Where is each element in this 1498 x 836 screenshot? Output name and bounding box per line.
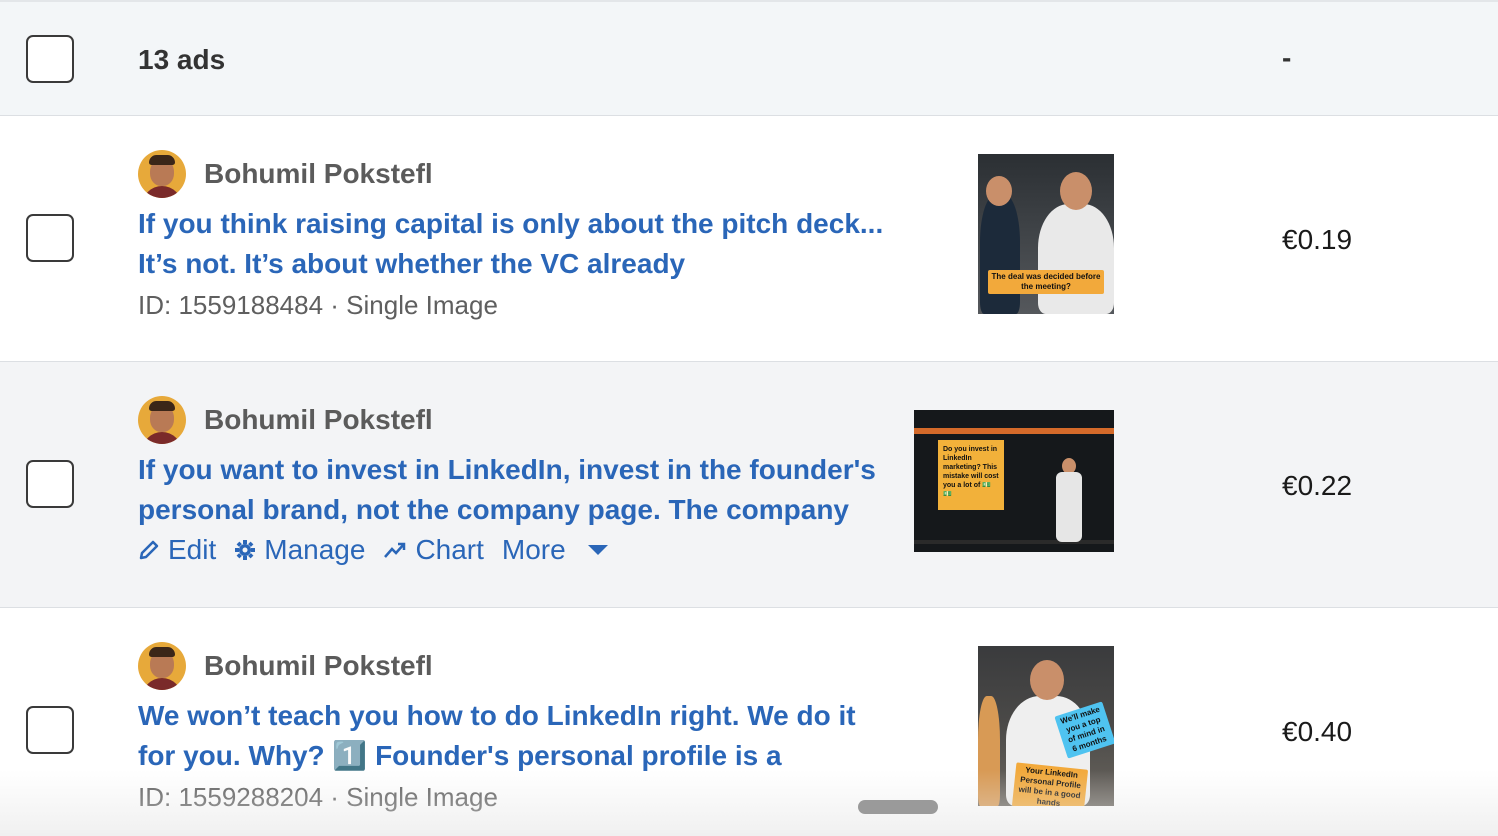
ads-count: 13 ads <box>138 44 226 75</box>
summary-value: - <box>1282 42 1292 73</box>
ad-price: €0.40 <box>1282 716 1353 747</box>
edit-button[interactable]: Edit <box>138 534 216 566</box>
ad-thumbnail[interactable]: The deal was decided before the meeting? <box>978 154 1114 314</box>
more-label: More <box>501 534 566 565</box>
chart-label: Chart <box>415 534 484 565</box>
avatar <box>138 150 186 198</box>
thumbnail-caption: The deal was decided before the meeting? <box>988 270 1104 294</box>
more-button[interactable]: More <box>502 534 608 566</box>
thumbnail-caption: Your LinkedIn Personal Profile will be i… <box>1011 762 1089 806</box>
ad-author: Bohumil Pokstefl <box>138 396 898 444</box>
ad-text-link[interactable]: If you want to invest in LinkedIn, inves… <box>138 450 898 530</box>
ad-price: €0.19 <box>1282 224 1353 255</box>
manage-label: Manage <box>264 534 366 565</box>
ad-price: €0.22 <box>1282 470 1353 501</box>
ad-author: Bohumil Pokstefl <box>138 642 898 690</box>
ad-content: Bohumil Pokstefl We won’t teach you how … <box>138 642 898 813</box>
edit-label: Edit <box>168 534 217 565</box>
ad-checkbox[interactable] <box>26 706 74 754</box>
ad-checkbox[interactable] <box>26 460 74 508</box>
avatar <box>138 642 186 690</box>
ad-content: Bohumil Pokstefl If you think raising ca… <box>138 150 898 321</box>
trend-icon <box>384 542 406 558</box>
chevron-down-icon[interactable] <box>587 545 608 555</box>
thumbnail-caption: Do you invest in LinkedIn marketing? Thi… <box>938 440 1004 510</box>
author-name: Bohumil Pokstefl <box>204 158 433 189</box>
ad-thumbnail[interactable]: We'll make you a top of mind in 6 months… <box>978 646 1114 806</box>
horizontal-scrollbar[interactable] <box>858 800 938 814</box>
manage-button[interactable]: Manage <box>234 534 365 566</box>
ad-text-link[interactable]: If you think raising capital is only abo… <box>138 204 898 284</box>
ad-content: Bohumil Pokstefl If you want to invest i… <box>138 396 898 566</box>
avatar <box>138 396 186 444</box>
author-name: Bohumil Pokstefl <box>204 650 433 681</box>
gear-icon <box>235 540 256 560</box>
ad-row: Bohumil Pokstefl If you want to invest i… <box>0 362 1498 608</box>
ad-author: Bohumil Pokstefl <box>138 150 898 198</box>
select-all-checkbox[interactable] <box>26 35 74 83</box>
ad-meta: ID: 1559188484 · Single Image <box>138 290 498 320</box>
chart-button[interactable]: Chart <box>383 534 484 566</box>
ad-text-link[interactable]: We won’t teach you how to do LinkedIn ri… <box>138 696 898 776</box>
summary-row: 13 ads - <box>0 0 1498 116</box>
pencil-icon <box>139 540 159 560</box>
ad-meta: ID: 1559288204 · Single Image <box>138 782 498 812</box>
author-name: Bohumil Pokstefl <box>204 404 433 435</box>
ad-thumbnail[interactable]: Do you invest in LinkedIn marketing? Thi… <box>914 410 1114 552</box>
ad-row: Bohumil Pokstefl If you think raising ca… <box>0 116 1498 362</box>
ad-checkbox[interactable] <box>26 214 74 262</box>
ad-actions: Edit Manage Chart More <box>138 534 898 566</box>
ad-row: Bohumil Pokstefl We won’t teach you how … <box>0 608 1498 836</box>
